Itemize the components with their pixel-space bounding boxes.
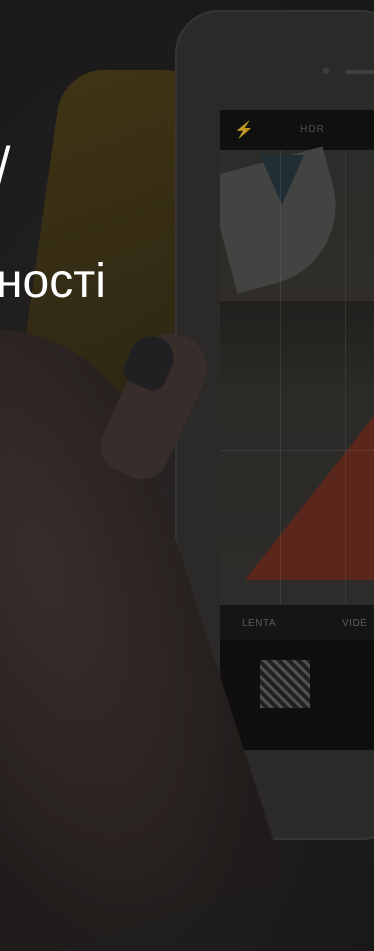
- hero-text-line1: /: [0, 140, 10, 192]
- dark-overlay: [0, 0, 374, 951]
- hero-image: ⚡ HDR LENTA VIDE /: [0, 0, 374, 951]
- hero-text-line2: ності: [0, 255, 106, 308]
